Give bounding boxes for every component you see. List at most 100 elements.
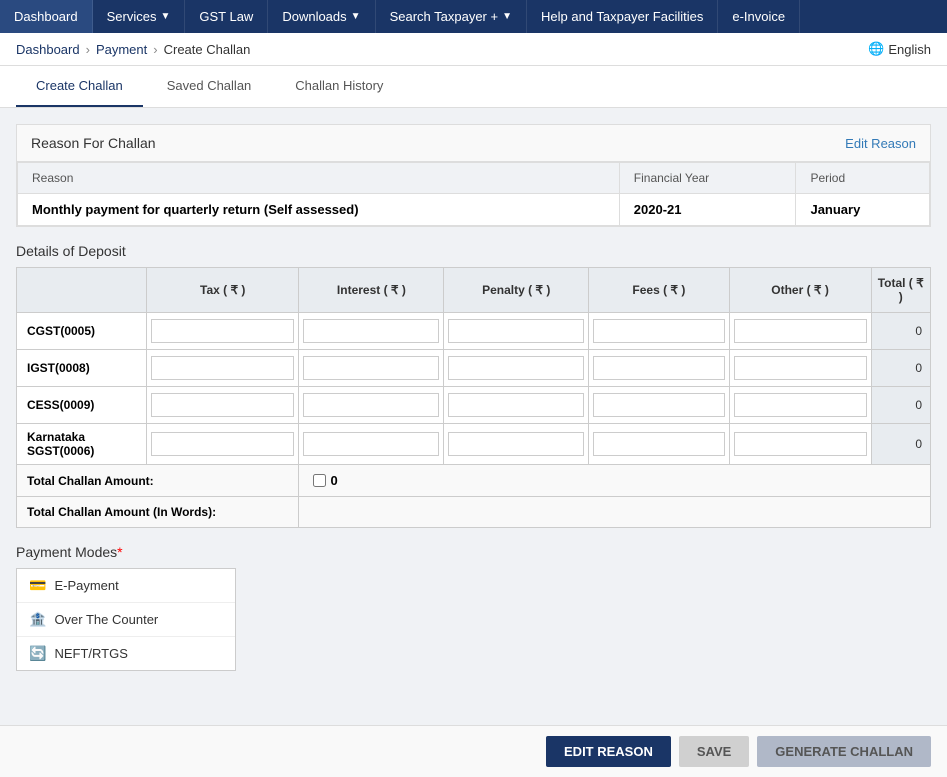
interest-input-0[interactable] xyxy=(303,319,439,343)
row-other-0[interactable] xyxy=(729,313,871,350)
period-value: January xyxy=(796,194,930,226)
breadcrumb-payment[interactable]: Payment xyxy=(96,42,147,57)
reason-section-title: Reason For Challan xyxy=(31,135,156,151)
payment-modes-section: Payment Modes* 💳 E-Payment 🏦 Over The Co… xyxy=(16,544,931,671)
fees-input-3[interactable] xyxy=(593,432,725,456)
reason-section-header: Reason For Challan Edit Reason xyxy=(17,125,930,162)
row-tax-1[interactable] xyxy=(147,350,299,387)
col-head-fees: Fees ( ₹ ) xyxy=(589,268,730,313)
col-head-tax: Tax ( ₹ ) xyxy=(147,268,299,313)
bank-icon: 🏦 xyxy=(29,611,46,628)
tax-input-1[interactable] xyxy=(151,356,294,380)
nav-item-search-taxpayer[interactable]: Search Taxpayer + ▼ xyxy=(376,0,527,33)
row-other-1[interactable] xyxy=(729,350,871,387)
main-content: Reason For Challan Edit Reason Reason Fi… xyxy=(0,108,947,725)
chevron-down-icon: ▼ xyxy=(351,11,361,22)
fees-input-1[interactable] xyxy=(593,356,725,380)
tab-create-challan[interactable]: Create Challan xyxy=(16,66,143,107)
total-challan-checkbox[interactable] xyxy=(313,474,326,487)
col-head-other: Other ( ₹ ) xyxy=(729,268,871,313)
fees-input-0[interactable] xyxy=(593,319,725,343)
row-penalty-2[interactable] xyxy=(444,387,589,424)
language-selector[interactable]: 🌐 English xyxy=(868,41,931,57)
penalty-input-0[interactable] xyxy=(448,319,584,343)
tab-bar: Create Challan Saved Challan Challan His… xyxy=(0,66,947,108)
top-navigation: Dashboard Services ▼ GST Law Downloads ▼… xyxy=(0,0,947,33)
other-input-2[interactable] xyxy=(734,393,867,417)
interest-input-2[interactable] xyxy=(303,393,439,417)
breadcrumb-dashboard[interactable]: Dashboard xyxy=(16,42,80,57)
tab-saved-challan[interactable]: Saved Challan xyxy=(147,66,272,107)
fees-input-2[interactable] xyxy=(593,393,725,417)
breadcrumb-current: Create Challan xyxy=(164,42,251,57)
payment-options-list: 💳 E-Payment 🏦 Over The Counter 🔄 NEFT/RT… xyxy=(16,568,236,671)
reason-table: Reason Financial Year Period Monthly pay… xyxy=(17,162,930,226)
col-head-penalty: Penalty ( ₹ ) xyxy=(444,268,589,313)
row-fees-0[interactable] xyxy=(589,313,730,350)
payment-option-over-counter[interactable]: 🏦 Over The Counter xyxy=(17,603,235,637)
nav-item-e-invoice[interactable]: e-Invoice xyxy=(718,0,800,33)
row-total-1: 0 xyxy=(871,350,931,387)
nav-item-dashboard[interactable]: Dashboard xyxy=(0,0,93,33)
deposit-section: Details of Deposit Tax ( ₹ ) Interest ( … xyxy=(16,243,931,528)
row-other-3[interactable] xyxy=(729,424,871,465)
payment-option-neft-rtgs[interactable]: 🔄 NEFT/RTGS xyxy=(17,637,235,670)
col-head-total: Total ( ₹ ) xyxy=(871,268,931,313)
other-input-0[interactable] xyxy=(734,319,867,343)
edit-reason-link[interactable]: Edit Reason xyxy=(845,136,916,151)
nav-item-help[interactable]: Help and Taxpayer Facilities xyxy=(527,0,718,33)
col-head-interest: Interest ( ₹ ) xyxy=(299,268,444,313)
row-interest-1[interactable] xyxy=(299,350,444,387)
interest-input-1[interactable] xyxy=(303,356,439,380)
transfer-icon: 🔄 xyxy=(29,645,46,662)
penalty-input-2[interactable] xyxy=(448,393,584,417)
deposit-row: CESS(0009) 0 xyxy=(17,387,931,424)
save-button[interactable]: SAVE xyxy=(679,736,749,767)
reason-value: Monthly payment for quarterly return (Se… xyxy=(18,194,620,226)
interest-input-3[interactable] xyxy=(303,432,439,456)
row-fees-2[interactable] xyxy=(589,387,730,424)
breadcrumb-separator: › xyxy=(153,42,157,57)
deposit-row: CGST(0005) 0 xyxy=(17,313,931,350)
row-interest-3[interactable] xyxy=(299,424,444,465)
tax-input-0[interactable] xyxy=(151,319,294,343)
row-tax-2[interactable] xyxy=(147,387,299,424)
nav-item-gst-law[interactable]: GST Law xyxy=(185,0,268,33)
nav-item-downloads[interactable]: Downloads ▼ xyxy=(268,0,375,33)
tax-input-3[interactable] xyxy=(151,432,294,456)
other-input-1[interactable] xyxy=(734,356,867,380)
payment-option-e-payment[interactable]: 💳 E-Payment xyxy=(17,569,235,603)
total-challan-label: Total Challan Amount: xyxy=(17,465,299,497)
total-challan-value: 0 xyxy=(299,465,931,497)
breadcrumb-bar: Dashboard › Payment › Create Challan 🌐 E… xyxy=(0,33,947,66)
chevron-down-icon: ▼ xyxy=(160,11,170,22)
row-penalty-1[interactable] xyxy=(444,350,589,387)
tab-challan-history[interactable]: Challan History xyxy=(275,66,403,107)
breadcrumb: Dashboard › Payment › Create Challan xyxy=(16,42,250,57)
row-fees-1[interactable] xyxy=(589,350,730,387)
edit-reason-button[interactable]: EDIT REASON xyxy=(546,736,671,767)
row-label-3: Karnataka SGST(0006) xyxy=(17,424,147,465)
payment-modes-title: Payment Modes* xyxy=(16,544,931,560)
row-interest-0[interactable] xyxy=(299,313,444,350)
row-penalty-3[interactable] xyxy=(444,424,589,465)
generate-challan-button[interactable]: GENERATE CHALLAN xyxy=(757,736,931,767)
deposit-table: Tax ( ₹ ) Interest ( ₹ ) Penalty ( ₹ ) F… xyxy=(16,267,931,528)
reason-for-challan-section: Reason For Challan Edit Reason Reason Fi… xyxy=(16,124,931,227)
other-input-3[interactable] xyxy=(734,432,867,456)
chevron-down-icon: ▼ xyxy=(502,11,512,22)
total-challan-row: Total Challan Amount: 0 xyxy=(17,465,931,497)
tax-input-2[interactable] xyxy=(151,393,294,417)
row-interest-2[interactable] xyxy=(299,387,444,424)
col-reason: Reason xyxy=(18,163,620,194)
row-penalty-0[interactable] xyxy=(444,313,589,350)
row-tax-3[interactable] xyxy=(147,424,299,465)
row-total-0: 0 xyxy=(871,313,931,350)
row-tax-0[interactable] xyxy=(147,313,299,350)
row-fees-3[interactable] xyxy=(589,424,730,465)
nav-item-services[interactable]: Services ▼ xyxy=(93,0,186,33)
row-other-2[interactable] xyxy=(729,387,871,424)
col-period: Period xyxy=(796,163,930,194)
penalty-input-1[interactable] xyxy=(448,356,584,380)
penalty-input-3[interactable] xyxy=(448,432,584,456)
